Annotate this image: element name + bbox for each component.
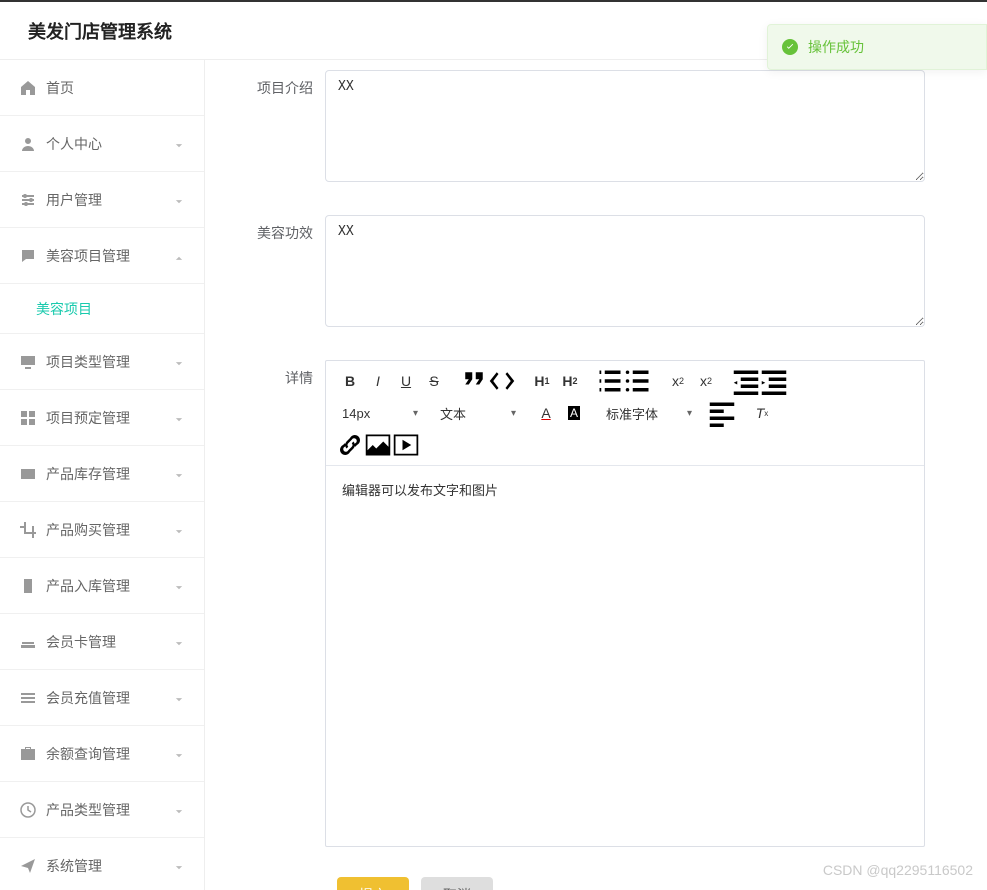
watermark: CSDN @qq2295116502 bbox=[823, 862, 973, 878]
sidebar: 首页 个人中心 用户管理 美容项目管理 美容项目 项目类型管理 项目预定管理 产… bbox=[0, 60, 205, 890]
editor-toolbar: B I U S H1 H2 x2 bbox=[326, 361, 924, 466]
intro-textarea[interactable] bbox=[325, 70, 925, 182]
label-intro: 项目介绍 bbox=[225, 70, 325, 185]
sidebar-item-10[interactable]: 会员充值管理 bbox=[0, 670, 204, 726]
toast-text: 操作成功 bbox=[808, 37, 864, 57]
sidebar-item-12[interactable]: 产品类型管理 bbox=[0, 782, 204, 838]
label-effect: 美容功效 bbox=[225, 215, 325, 330]
sidebar-label: 会员充值管理 bbox=[46, 688, 174, 708]
sidebar-label: 产品类型管理 bbox=[46, 800, 174, 820]
phone-icon bbox=[20, 578, 36, 594]
strike-button[interactable]: S bbox=[420, 367, 448, 395]
effect-textarea[interactable] bbox=[325, 215, 925, 327]
bold-button[interactable]: B bbox=[336, 367, 364, 395]
sidebar-label: 系统管理 bbox=[46, 856, 174, 876]
briefcase-icon bbox=[20, 746, 36, 762]
clear-format-button[interactable]: Tx bbox=[748, 399, 776, 427]
video-button[interactable] bbox=[392, 431, 420, 459]
sidebar-label: 用户管理 bbox=[46, 190, 174, 210]
code-button[interactable] bbox=[488, 367, 516, 395]
sidebar-item-9[interactable]: 会员卡管理 bbox=[0, 614, 204, 670]
align-button[interactable] bbox=[708, 399, 736, 427]
indent-button[interactable] bbox=[760, 367, 788, 395]
chevron-down-icon bbox=[174, 692, 186, 704]
sidebar-label: 项目类型管理 bbox=[46, 352, 174, 372]
font-family-select[interactable]: 标准字体 bbox=[600, 400, 696, 426]
h1-button[interactable]: H1 bbox=[528, 367, 556, 395]
app-title: 美发门店管理系统 bbox=[28, 18, 172, 44]
chat-icon bbox=[20, 248, 36, 264]
sidebar-label: 会员卡管理 bbox=[46, 632, 174, 652]
sidebar-item-2[interactable]: 用户管理 bbox=[0, 172, 204, 228]
chevron-up-icon bbox=[174, 250, 186, 262]
sidebar-item-1[interactable]: 个人中心 bbox=[0, 116, 204, 172]
sidebar-label: 个人中心 bbox=[46, 134, 174, 154]
sidebar-label: 美容项目管理 bbox=[46, 246, 174, 266]
success-toast: 操作成功 bbox=[767, 24, 987, 70]
sidebar-item-13[interactable]: 系统管理 bbox=[0, 838, 204, 890]
chevron-down-icon bbox=[174, 748, 186, 760]
sidebar-label: 产品入库管理 bbox=[46, 576, 174, 596]
chevron-down-icon bbox=[174, 636, 186, 648]
list-icon bbox=[20, 690, 36, 706]
crop-icon bbox=[20, 522, 36, 538]
sidebar-subitem[interactable]: 美容项目 bbox=[0, 284, 204, 334]
main-form: 项目介绍 美容功效 详情 B I U S bbox=[205, 60, 987, 890]
h2-button[interactable]: H2 bbox=[556, 367, 584, 395]
outdent-button[interactable] bbox=[732, 367, 760, 395]
subscript-button[interactable]: x2 bbox=[664, 367, 692, 395]
sidebar-item-11[interactable]: 余额查询管理 bbox=[0, 726, 204, 782]
home-icon bbox=[20, 80, 36, 96]
sidebar-label: 项目预定管理 bbox=[46, 408, 174, 428]
ul-button[interactable] bbox=[624, 367, 652, 395]
send-icon bbox=[20, 858, 36, 874]
grid-icon bbox=[20, 410, 36, 426]
sidebar-item-0[interactable]: 首页 bbox=[0, 60, 204, 116]
layers-icon bbox=[20, 634, 36, 650]
text-color-button[interactable]: A bbox=[532, 399, 560, 427]
sidebar-label: 产品购买管理 bbox=[46, 520, 174, 540]
chevron-down-icon bbox=[174, 580, 186, 592]
chevron-down-icon bbox=[174, 356, 186, 368]
label-detail: 详情 bbox=[225, 360, 325, 847]
chevron-down-icon bbox=[174, 412, 186, 424]
chevron-down-icon bbox=[174, 468, 186, 480]
quote-button[interactable] bbox=[460, 367, 488, 395]
heading-select[interactable]: 文本 bbox=[434, 400, 520, 426]
editor-content[interactable]: 编辑器可以发布文字和图片 bbox=[326, 466, 924, 846]
submit-button[interactable]: 提交 bbox=[337, 877, 409, 890]
chevron-down-icon bbox=[174, 138, 186, 150]
image-button[interactable] bbox=[364, 431, 392, 459]
font-size-select[interactable]: 14px bbox=[336, 400, 422, 426]
rich-editor: B I U S H1 H2 x2 bbox=[325, 360, 925, 847]
monitor-icon bbox=[20, 354, 36, 370]
sidebar-label: 首页 bbox=[46, 78, 204, 98]
chevron-down-icon bbox=[174, 194, 186, 206]
cancel-button[interactable]: 取消 bbox=[421, 877, 493, 890]
chevron-down-icon bbox=[174, 524, 186, 536]
sidebar-label: 产品库存管理 bbox=[46, 464, 174, 484]
sliders-icon bbox=[20, 192, 36, 208]
clock-icon bbox=[20, 802, 36, 818]
sidebar-item-4[interactable]: 项目类型管理 bbox=[0, 334, 204, 390]
sidebar-item-8[interactable]: 产品入库管理 bbox=[0, 558, 204, 614]
superscript-button[interactable]: x2 bbox=[692, 367, 720, 395]
sidebar-item-6[interactable]: 产品库存管理 bbox=[0, 446, 204, 502]
sidebar-item-7[interactable]: 产品购买管理 bbox=[0, 502, 204, 558]
italic-button[interactable]: I bbox=[364, 367, 392, 395]
sidebar-label: 余额查询管理 bbox=[46, 744, 174, 764]
chevron-down-icon bbox=[174, 804, 186, 816]
underline-button[interactable]: U bbox=[392, 367, 420, 395]
sidebar-item-3[interactable]: 美容项目管理 bbox=[0, 228, 204, 284]
ol-button[interactable] bbox=[596, 367, 624, 395]
bg-color-button[interactable]: A bbox=[560, 399, 588, 427]
person-icon bbox=[20, 136, 36, 152]
chevron-down-icon bbox=[174, 860, 186, 872]
check-icon bbox=[782, 39, 798, 55]
message-icon bbox=[20, 466, 36, 482]
link-button[interactable] bbox=[336, 431, 364, 459]
sidebar-item-5[interactable]: 项目预定管理 bbox=[0, 390, 204, 446]
